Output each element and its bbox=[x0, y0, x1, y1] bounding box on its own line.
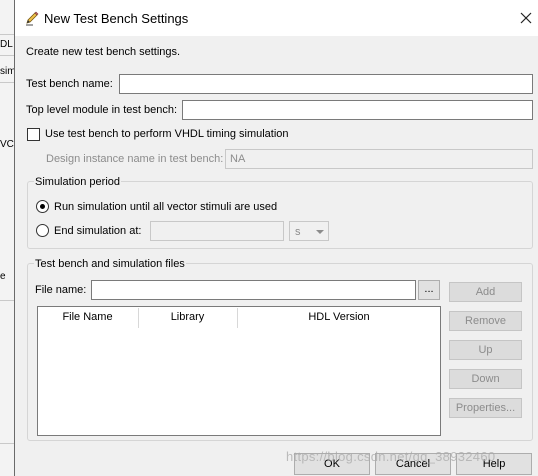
design-instance-value: NA bbox=[230, 153, 246, 165]
properties-button[interactable]: Properties... bbox=[449, 398, 522, 418]
vhdl-timing-label: Use test bench to perform VHDL timing si… bbox=[45, 128, 289, 140]
add-button-label: Add bbox=[475, 286, 496, 298]
down-button[interactable]: Down bbox=[449, 369, 522, 389]
divider bbox=[0, 82, 14, 83]
top-level-module-input[interactable] bbox=[182, 100, 533, 120]
design-instance-field: NA bbox=[225, 149, 533, 169]
end-at-radio[interactable] bbox=[36, 224, 49, 237]
end-at-label: End simulation at: bbox=[54, 225, 142, 237]
background-text: DL bbox=[0, 39, 13, 50]
divider bbox=[0, 34, 14, 35]
time-unit-value: s bbox=[295, 226, 301, 238]
column-header-hdl-version[interactable]: HDL Version bbox=[238, 307, 440, 327]
up-button-label: Up bbox=[478, 344, 493, 356]
run-all-radio[interactable] bbox=[36, 200, 49, 213]
browse-button-label: ... bbox=[424, 283, 434, 295]
vhdl-timing-checkbox[interactable] bbox=[27, 128, 40, 141]
simulation-period-label: Simulation period bbox=[34, 176, 121, 188]
test-bench-name-input[interactable] bbox=[119, 74, 533, 94]
time-unit-select: s bbox=[289, 221, 329, 241]
close-icon[interactable] bbox=[518, 10, 534, 26]
test-bench-settings-dialog: New Test Bench Settings Create new test … bbox=[14, 0, 538, 476]
background-text: VC bbox=[0, 139, 14, 150]
design-instance-label: Design instance name in test bench: bbox=[46, 153, 224, 165]
file-table[interactable]: File Name Library HDL Version bbox=[37, 306, 441, 436]
divider bbox=[0, 300, 14, 301]
properties-button-label: Properties... bbox=[455, 402, 516, 414]
divider bbox=[0, 443, 14, 444]
radio-selected-dot bbox=[40, 204, 45, 209]
run-all-label: Run simulation until all vector stimuli … bbox=[54, 201, 278, 213]
background-text: e bbox=[0, 271, 6, 282]
down-button-label: Down bbox=[471, 373, 500, 385]
background-window: DL sim VC e bbox=[0, 0, 15, 476]
pencil-icon bbox=[24, 10, 40, 26]
top-level-module-label: Top level module in test bench: bbox=[26, 104, 178, 116]
browse-button[interactable]: ... bbox=[418, 280, 440, 300]
dialog-description: Create new test bench settings. bbox=[26, 46, 181, 58]
remove-button[interactable]: Remove bbox=[449, 311, 522, 331]
column-header-file-name[interactable]: File Name bbox=[38, 307, 137, 327]
file-name-input[interactable] bbox=[91, 280, 416, 300]
simulation-files-label: Test bench and simulation files bbox=[34, 258, 186, 270]
up-button[interactable]: Up bbox=[449, 340, 522, 360]
divider bbox=[0, 55, 14, 56]
file-name-label: File name: bbox=[35, 284, 87, 296]
remove-button-label: Remove bbox=[465, 315, 506, 327]
test-bench-name-label: Test bench name: bbox=[26, 78, 113, 90]
column-header-library[interactable]: Library bbox=[139, 307, 236, 327]
title-bar[interactable]: New Test Bench Settings bbox=[15, 0, 538, 36]
chevron-down-icon bbox=[316, 230, 324, 234]
add-button[interactable]: Add bbox=[449, 282, 522, 302]
dialog-title: New Test Bench Settings bbox=[44, 11, 189, 26]
background-text: sim bbox=[0, 66, 15, 77]
end-time-input bbox=[150, 221, 284, 241]
watermark: https://blog.csdn.net/qq_38932460 bbox=[286, 449, 496, 464]
